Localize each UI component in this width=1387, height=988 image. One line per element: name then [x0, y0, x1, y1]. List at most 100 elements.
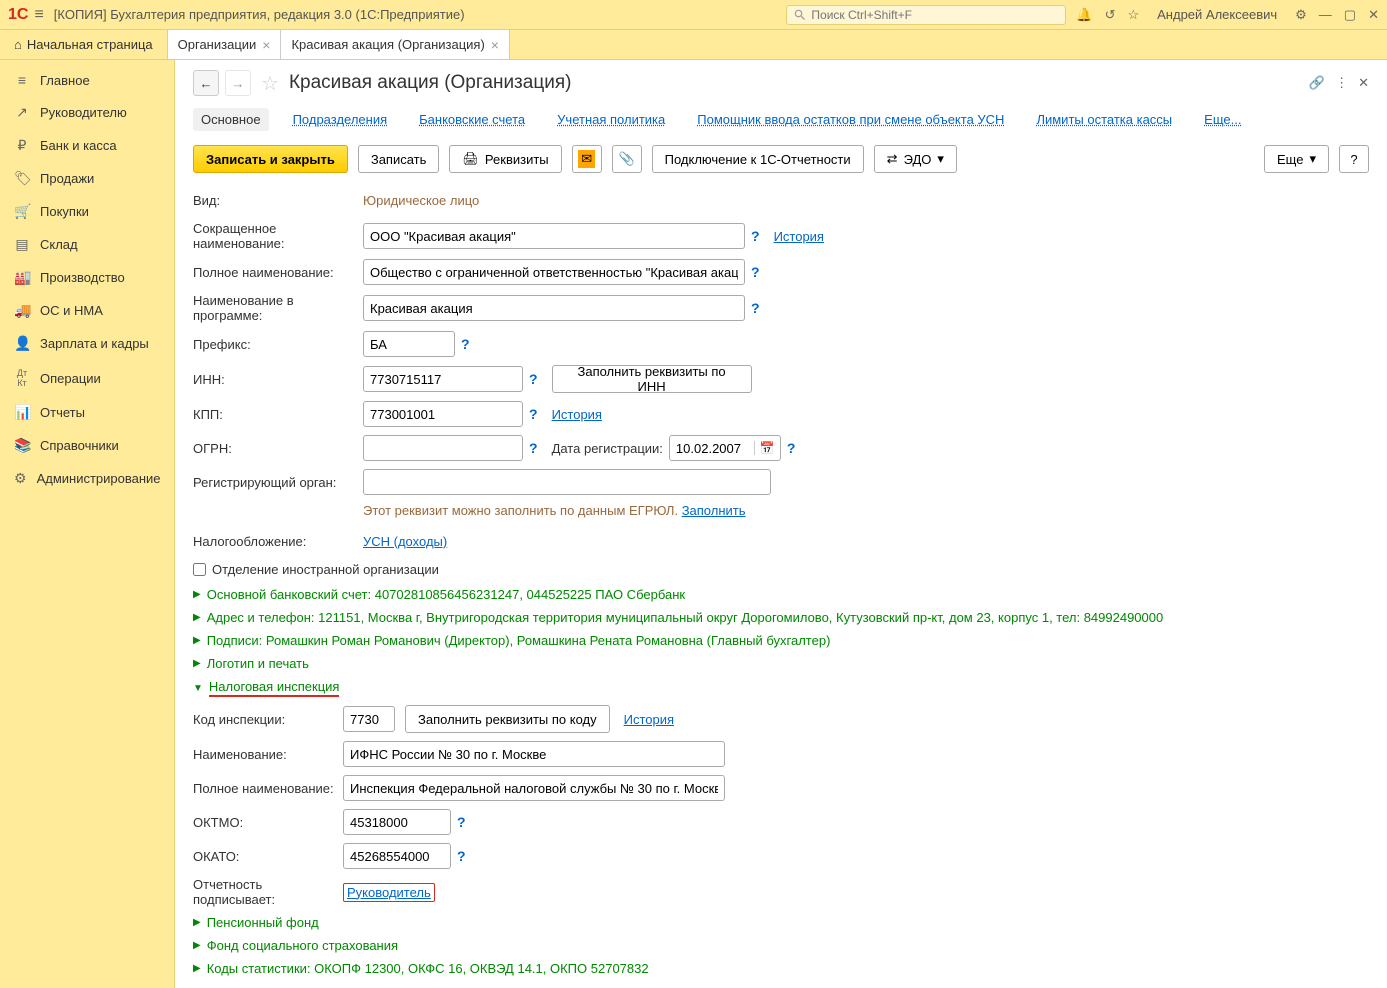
- tab-home[interactable]: ⌂ Начальная страница: [0, 30, 168, 59]
- ogrn-input[interactable]: [363, 435, 523, 461]
- subtab-cash-limits[interactable]: Лимиты остатка кассы: [1028, 108, 1180, 131]
- edo-button[interactable]: ⇄ЭДО ▾: [874, 145, 957, 173]
- help-icon[interactable]: ?: [461, 336, 470, 352]
- tab-org-detail[interactable]: Красивая акация (Организация) ×: [281, 30, 509, 59]
- help-icon[interactable]: ?: [457, 848, 466, 864]
- help-icon[interactable]: ?: [529, 406, 538, 422]
- connect-1c-button[interactable]: Подключение к 1С-Отчетности: [652, 145, 864, 173]
- tab-organizations[interactable]: Организации ×: [168, 30, 282, 59]
- fill-by-code-button[interactable]: Заполнить реквизиты по коду: [405, 705, 610, 733]
- subtab-divisions[interactable]: Подразделения: [285, 108, 396, 131]
- sidebar-item-bank[interactable]: ₽Банк и касса: [0, 129, 174, 162]
- history-icon[interactable]: ↺: [1105, 7, 1116, 23]
- reg-date-input[interactable]: 📅: [669, 435, 781, 461]
- kpp-input[interactable]: [363, 401, 523, 427]
- chevron-down-icon: ▼: [193, 683, 203, 694]
- calendar-icon[interactable]: 📅: [754, 441, 780, 455]
- settings-icon[interactable]: ⚙: [1295, 7, 1307, 23]
- insp-code-input[interactable]: [343, 706, 395, 732]
- link-icon[interactable]: 🔗: [1309, 75, 1325, 91]
- foreign-branch-checkbox[interactable]: [193, 563, 206, 576]
- bell-icon[interactable]: 🔔: [1076, 7, 1092, 23]
- nav-back-button[interactable]: ←: [193, 70, 219, 96]
- tab-label: Красивая акация (Организация): [291, 37, 484, 52]
- tax-link[interactable]: УСН (доходы): [363, 534, 447, 549]
- tab-close-icon[interactable]: ×: [262, 37, 270, 53]
- save-button[interactable]: Записать: [358, 145, 440, 173]
- sidebar-item-warehouse[interactable]: ▤Склад: [0, 228, 174, 261]
- sidebar-item-production[interactable]: 🏭Производство: [0, 261, 174, 294]
- close-icon[interactable]: ✕: [1368, 7, 1379, 23]
- history-link[interactable]: История: [552, 407, 602, 422]
- sidebar-item-main[interactable]: ≡Главное: [0, 64, 174, 96]
- help-icon[interactable]: ?: [787, 440, 796, 456]
- collapse-bank[interactable]: ▶Основной банковский счет: 4070281085645…: [193, 587, 1369, 602]
- oktmo-input[interactable]: [343, 809, 451, 835]
- sidebar-item-assets[interactable]: 🚚ОС и НМА: [0, 294, 174, 327]
- favorite-star-icon[interactable]: ☆: [261, 71, 279, 96]
- hamburger-icon[interactable]: ≡: [34, 6, 43, 24]
- help-icon[interactable]: ?: [751, 300, 760, 316]
- collapse-tax-inspection[interactable]: ▼Налоговая инспекция: [193, 679, 1369, 697]
- help-icon[interactable]: ?: [529, 440, 538, 456]
- subtab-main[interactable]: Основное: [193, 108, 269, 131]
- search-input[interactable]: [811, 8, 1059, 22]
- prefix-input[interactable]: [363, 331, 455, 357]
- fill-link[interactable]: Заполнить: [682, 503, 746, 518]
- user-name[interactable]: Андрей Алексеевич: [1157, 7, 1277, 22]
- sidebar-item-salary[interactable]: 👤Зарплата и кадры: [0, 327, 174, 360]
- dtkt-icon: ДтКт: [14, 368, 30, 388]
- help-icon[interactable]: ?: [529, 371, 538, 387]
- attach-button[interactable]: 📎: [612, 145, 642, 173]
- sidebar-item-sales[interactable]: 🏷Продажи: [0, 162, 174, 195]
- tab-close-icon[interactable]: ×: [491, 37, 499, 53]
- nav-forward-button[interactable]: →: [225, 70, 251, 96]
- sidebar-item-admin[interactable]: ⚙Администрирование: [0, 462, 174, 495]
- history-link[interactable]: История: [774, 229, 824, 244]
- prog-name-input[interactable]: [363, 295, 745, 321]
- subtab-usn-helper[interactable]: Помощник ввода остатков при смене объект…: [689, 108, 1012, 131]
- email-button[interactable]: ✉: [572, 145, 602, 173]
- subtab-bank-accounts[interactable]: Банковские счета: [411, 108, 533, 131]
- inn-input[interactable]: [363, 366, 523, 392]
- help-button[interactable]: ?: [1339, 145, 1369, 173]
- ifns-name-input[interactable]: [343, 741, 725, 767]
- minimize-icon[interactable]: —: [1319, 7, 1332, 22]
- ifns-full-input[interactable]: [343, 775, 725, 801]
- more-button[interactable]: Еще ▾: [1264, 145, 1329, 173]
- subtab-more[interactable]: Еще...: [1196, 108, 1249, 131]
- sidebar-item-references[interactable]: 📚Справочники: [0, 429, 174, 462]
- help-icon[interactable]: ?: [457, 814, 466, 830]
- sidebar-item-operations[interactable]: ДтКтОперации: [0, 360, 174, 396]
- global-search[interactable]: [786, 5, 1066, 25]
- help-icon[interactable]: ?: [751, 264, 760, 280]
- collapse-signatures[interactable]: ▶Подписи: Ромашкин Роман Романович (Дире…: [193, 633, 1369, 648]
- signed-by-link[interactable]: Руководитель: [347, 885, 431, 900]
- help-icon[interactable]: ?: [751, 228, 760, 244]
- collapse-stats[interactable]: ▶Коды статистики: ОКОПФ 12300, ОКФС 16, …: [193, 961, 1369, 976]
- history-link[interactable]: История: [624, 712, 674, 727]
- reg-org-input[interactable]: [363, 469, 771, 495]
- star-icon[interactable]: ☆: [1127, 7, 1139, 23]
- kebab-icon[interactable]: ⋮: [1335, 75, 1348, 91]
- chevron-right-icon: ▶: [193, 917, 201, 928]
- short-name-input[interactable]: [363, 223, 745, 249]
- sidebar: ≡Главное ↗Руководителю ₽Банк и касса 🏷Пр…: [0, 60, 175, 988]
- collapse-logo[interactable]: ▶Логотип и печать: [193, 656, 1369, 671]
- requisites-button[interactable]: 🖨Реквизиты: [449, 145, 561, 173]
- full-name-input[interactable]: [363, 259, 745, 285]
- panel-close-icon[interactable]: ✕: [1358, 75, 1369, 91]
- envelope-icon: ✉: [578, 150, 595, 168]
- collapse-address[interactable]: ▶Адрес и телефон: 121151, Москва г, Внут…: [193, 610, 1369, 625]
- save-close-button[interactable]: Записать и закрыть: [193, 145, 348, 173]
- factory-icon: 🏭: [14, 269, 30, 286]
- maximize-icon[interactable]: ▢: [1344, 7, 1356, 23]
- sidebar-item-purchases[interactable]: 🛒Покупки: [0, 195, 174, 228]
- collapse-social[interactable]: ▶Фонд социального страхования: [193, 938, 1369, 953]
- okato-input[interactable]: [343, 843, 451, 869]
- subtab-accounting-policy[interactable]: Учетная политика: [549, 108, 673, 131]
- fill-by-inn-button[interactable]: Заполнить реквизиты по ИНН: [552, 365, 752, 393]
- sidebar-item-reports[interactable]: 📊Отчеты: [0, 396, 174, 429]
- collapse-pension[interactable]: ▶Пенсионный фонд: [193, 915, 1369, 930]
- sidebar-item-manager[interactable]: ↗Руководителю: [0, 96, 174, 129]
